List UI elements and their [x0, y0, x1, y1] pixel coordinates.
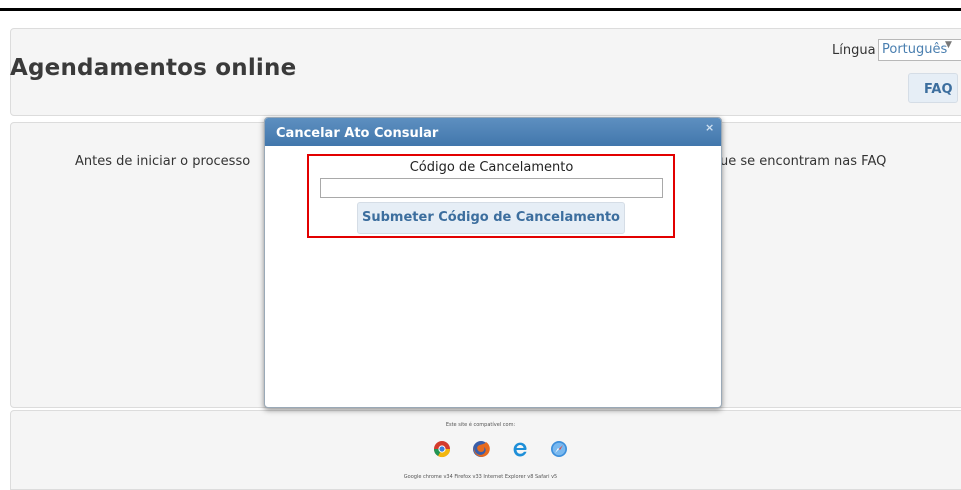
- submit-code-button[interactable]: Submeter Código de Cancelamento: [357, 202, 625, 234]
- browser-versions-text: Google chrome v34 Firefox v33 Internet E…: [403, 474, 558, 480]
- faq-button[interactable]: FAQ: [908, 73, 958, 103]
- cancellation-code-input[interactable]: [320, 178, 663, 198]
- chevron-down-icon[interactable]: ▼: [945, 40, 952, 50]
- top-divider: [0, 8, 961, 11]
- safari-icon: [551, 441, 567, 457]
- dialog-title: Cancelar Ato Consular: [276, 126, 439, 141]
- language-label: Língua: [832, 43, 876, 58]
- page-title: Agendamentos online: [10, 55, 297, 81]
- dialog-header: Cancelar Ato Consular ×: [265, 118, 721, 146]
- internet-explorer-icon: [513, 442, 527, 457]
- firefox-icon: [473, 441, 490, 457]
- cancellation-code-label: Código de Cancelamento: [409, 160, 574, 175]
- chrome-icon: [433, 441, 451, 458]
- compat-text: Este site é compatível com:: [445, 422, 516, 428]
- close-icon[interactable]: ×: [705, 121, 714, 134]
